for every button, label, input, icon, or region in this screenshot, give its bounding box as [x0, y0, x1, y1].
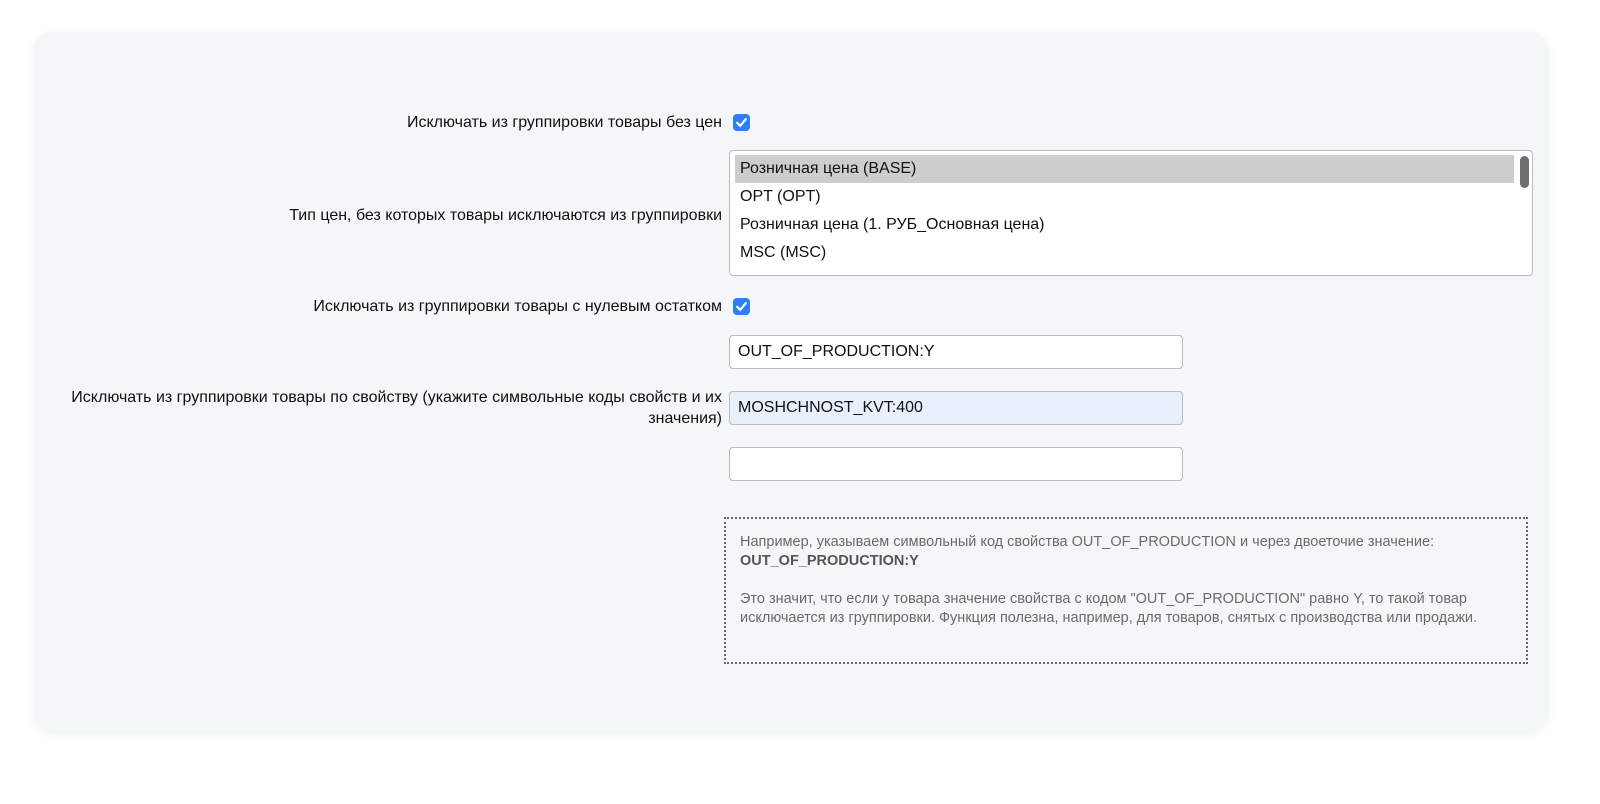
- price-type-option-msc[interactable]: MSC (MSC): [735, 239, 1514, 267]
- property-filter-input-2[interactable]: [729, 391, 1183, 425]
- checkmark-icon: [736, 302, 747, 311]
- checkmark-icon: [736, 118, 747, 127]
- hint-line-1: Например, указываем символьный код свойс…: [740, 534, 1435, 550]
- hint-line-2: Это значит, что если у товара значение с…: [740, 591, 1478, 626]
- exclude-no-price-checkbox[interactable]: [733, 114, 750, 131]
- exclude-by-property-label: Исключать из группировки товары по свойс…: [71, 389, 722, 427]
- exclude-zero-stock-checkbox[interactable]: [733, 298, 750, 315]
- price-types-label: Тип цен, без которых товары исключаются …: [289, 207, 722, 224]
- listbox-scrollbar[interactable]: [1520, 156, 1529, 188]
- price-type-option-opt[interactable]: OPT (OPT): [735, 183, 1514, 211]
- hint-code: OUT_OF_PRODUCTION:Y: [740, 553, 919, 569]
- exclude-no-price-label: Исключать из группировки товары без цен: [406, 114, 722, 131]
- property-filter-input-1[interactable]: [729, 335, 1183, 369]
- price-type-option-rub[interactable]: Розничная цена (1. РУБ_Основная цена): [735, 211, 1514, 239]
- exclude-zero-stock-label: Исключать из группировки товары с нулевы…: [313, 298, 722, 315]
- price-types-listbox[interactable]: Розничная цена (BASE) OPT (OPT) Рознична…: [729, 150, 1533, 276]
- hint-box: Например, указываем символьный код свойс…: [724, 517, 1528, 664]
- property-filter-input-3[interactable]: [729, 447, 1183, 481]
- price-type-option-base[interactable]: Розничная цена (BASE): [735, 155, 1514, 183]
